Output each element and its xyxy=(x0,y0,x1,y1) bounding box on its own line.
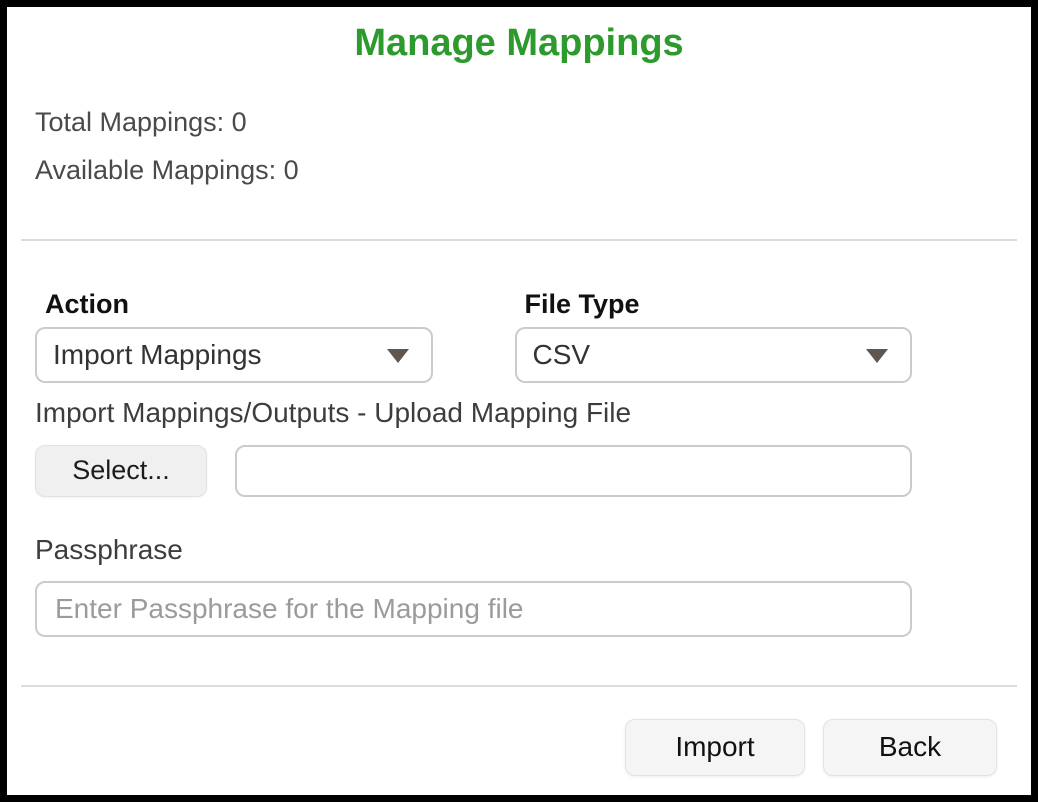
available-mappings-text: Available Mappings: 0 xyxy=(35,155,1003,185)
dropdown-arrow-icon xyxy=(387,349,409,363)
upload-mapping-file-label: Import Mappings/Outputs - Upload Mapping… xyxy=(35,397,912,429)
bottom-divider xyxy=(21,685,1017,687)
action-select[interactable]: Import Mappings xyxy=(35,327,433,383)
back-button[interactable]: Back xyxy=(823,719,997,776)
total-mappings-text: Total Mappings: 0 xyxy=(35,107,1003,137)
file-type-select[interactable]: CSV xyxy=(515,327,913,383)
action-select-value: Import Mappings xyxy=(53,339,262,371)
upload-row: Select... xyxy=(35,445,912,497)
top-divider xyxy=(21,239,1017,241)
file-type-label: File Type xyxy=(515,289,913,319)
passphrase-label: Passphrase xyxy=(35,535,912,565)
page-content: Manage Mappings Total Mappings: 0 Availa… xyxy=(7,21,1031,776)
footer-actions: Import Back xyxy=(35,719,1003,776)
page-title: Manage Mappings xyxy=(35,21,1003,67)
file-type-column: File Type CSV xyxy=(515,289,913,383)
select-file-button[interactable]: Select... xyxy=(35,445,207,497)
passphrase-input[interactable] xyxy=(35,581,912,637)
mappings-stats: Total Mappings: 0 Available Mappings: 0 xyxy=(35,107,1003,185)
upload-file-input[interactable] xyxy=(235,445,912,497)
selects-row: Action Import Mappings File Type CSV xyxy=(35,289,912,383)
import-button[interactable]: Import xyxy=(625,719,805,776)
mappings-form: Action Import Mappings File Type CSV Imp… xyxy=(35,289,912,637)
dropdown-arrow-icon xyxy=(866,349,888,363)
action-label: Action xyxy=(35,289,433,319)
file-type-select-value: CSV xyxy=(533,339,591,371)
manage-mappings-page: Manage Mappings Total Mappings: 0 Availa… xyxy=(0,0,1038,802)
action-column: Action Import Mappings xyxy=(35,289,433,383)
